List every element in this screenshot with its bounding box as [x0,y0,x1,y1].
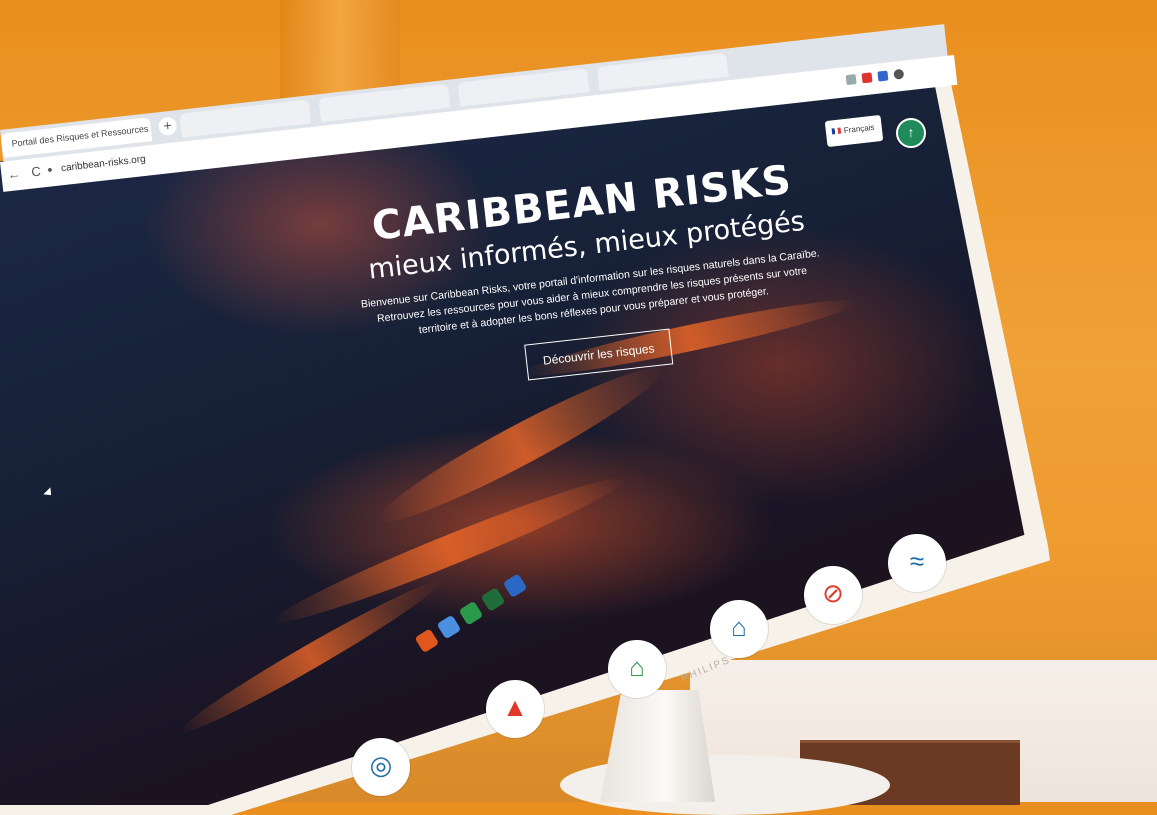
language-label: Français [843,122,875,136]
french-flag-icon [831,127,842,135]
landslide-icon[interactable]: ⌂ [608,640,666,698]
chrome-icon[interactable] [458,600,484,626]
excel-icon[interactable] [480,587,506,612]
house-icon[interactable]: ⌂ [710,600,768,658]
back-icon[interactable]: ← [7,166,22,182]
volcano-icon[interactable]: ▲ [486,680,544,738]
word-icon[interactable] [502,573,528,599]
extension-icon[interactable] [845,74,857,86]
extension-icon[interactable] [861,72,873,84]
cyclone-icon[interactable]: ◎ [352,738,410,796]
url-field[interactable]: caribbean-risks.org [61,154,147,174]
tsunami-icon[interactable]: ≈ [888,534,946,592]
reload-icon[interactable]: C [30,164,41,180]
new-tab-button[interactable]: + [157,116,178,137]
account-button[interactable]: ↑ [896,118,926,148]
no-entry-icon[interactable]: ⊘ [804,566,862,624]
app-icon[interactable] [414,628,440,654]
tab-title: Portail des Risques et Ressources [11,123,149,149]
profile-icon[interactable] [893,68,905,80]
extension-icon[interactable] [877,70,889,82]
lock-icon: ● [46,164,54,175]
app-icon[interactable] [436,614,462,640]
